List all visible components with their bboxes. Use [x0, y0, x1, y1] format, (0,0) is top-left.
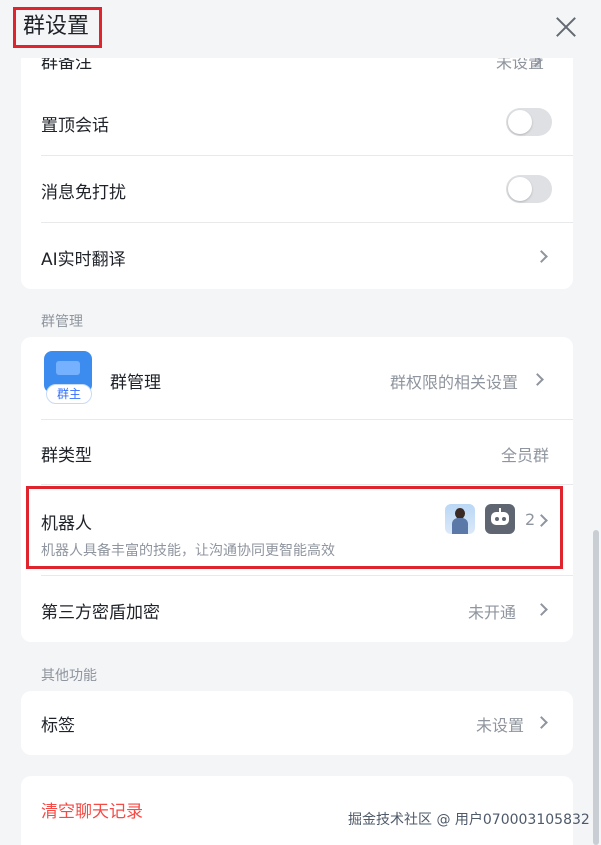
- section-title-group-management: 群管理: [41, 314, 83, 330]
- encryption-label: 第三方密盾加密: [41, 603, 160, 623]
- blurred-avatar-content: [56, 361, 80, 375]
- mute-toggle[interactable]: [506, 175, 552, 203]
- chevron-right-icon: [535, 716, 548, 729]
- other-card: 标签 未设置: [21, 691, 573, 755]
- group-type-label: 群类型: [41, 446, 92, 466]
- ai-translate-label: AI实时翻译: [41, 250, 126, 270]
- pin-chat-toggle[interactable]: [506, 108, 552, 136]
- chevron-right-icon: [535, 603, 548, 616]
- ai-translate-row[interactable]: AI实时翻译: [21, 223, 573, 289]
- watermark: 掘金技术社区 @ 用户070003105832: [348, 812, 590, 828]
- group-type-row: 群类型 全员群: [21, 420, 573, 484]
- close-icon[interactable]: [553, 14, 579, 40]
- toggle-knob: [508, 110, 532, 134]
- settings-card: 群备注 未设置 置顶会话 消息免打扰 AI实时翻译: [21, 30, 573, 289]
- robots-highlight-box: [26, 486, 563, 569]
- tags-label: 标签: [41, 716, 75, 736]
- encryption-row[interactable]: 第三方密盾加密 未开通: [21, 576, 573, 642]
- group-manage-row[interactable]: 群主 群管理 群权限的相关设置: [21, 337, 573, 419]
- mute-label: 消息免打扰: [41, 183, 126, 203]
- chevron-right-icon: [531, 373, 544, 386]
- group-manage-value: 群权限的相关设置: [390, 373, 519, 392]
- encryption-value: 未开通: [468, 603, 517, 622]
- scrollbar[interactable]: [593, 530, 599, 845]
- group-manage-label: 群管理: [110, 373, 161, 393]
- owner-badge: 群主: [46, 384, 92, 404]
- clear-history-button[interactable]: 清空聊天记录: [41, 797, 143, 822]
- group-type-value: 全员群: [501, 446, 550, 465]
- tags-value: 未设置: [476, 716, 525, 735]
- chevron-right-icon: [535, 250, 548, 263]
- pin-chat-label: 置顶会话: [41, 116, 109, 136]
- header-bar: 群设置: [0, 0, 601, 58]
- mute-row: 消息免打扰: [21, 156, 573, 222]
- page-title: 群设置: [23, 14, 90, 39]
- tags-row[interactable]: 标签 未设置: [21, 691, 573, 755]
- section-title-other: 其他功能: [41, 668, 97, 684]
- divider: [41, 484, 573, 485]
- pin-chat-row: 置顶会话: [21, 89, 573, 155]
- toggle-knob: [508, 177, 532, 201]
